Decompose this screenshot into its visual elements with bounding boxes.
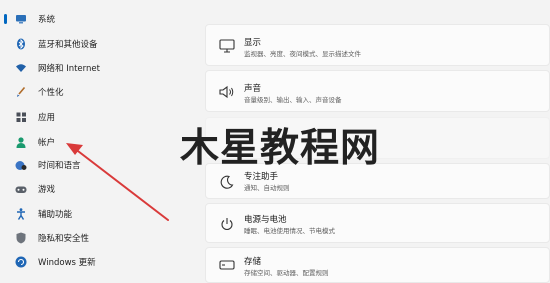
sidebar-item-label: 系统	[38, 15, 56, 25]
sidebar-item-accounts[interactable]: 帐户	[14, 132, 194, 152]
sound-subtitle: 音量级别、输出、输入、声音设备	[244, 96, 342, 104]
brush-icon	[14, 85, 28, 99]
sidebar-item-label: 网络和 Internet	[38, 64, 100, 74]
power-battery-card[interactable]: 电源与电池 睡眠、电池使用情况、节电模式	[205, 203, 550, 243]
sidebar-item-privacy-security[interactable]: 隐私和安全性	[14, 228, 194, 248]
sidebar-item-label: 游戏	[38, 185, 56, 195]
sidebar-item-label: 时间和语言	[38, 161, 81, 171]
power-battery-title: 电源与电池	[244, 215, 287, 225]
sidebar-item-gaming[interactable]: 游戏	[14, 179, 194, 199]
display-title: 显示	[244, 38, 262, 48]
sidebar-item-label: 帐户	[38, 138, 56, 148]
person-icon	[14, 135, 28, 149]
sidebar-item-label: 个性化	[38, 88, 64, 98]
sidebar-nav: 系统 蓝牙和其他设备 网络和 Internet 个性化 应用 帐户 时间和语言 …	[0, 0, 200, 279]
sidebar-item-time-language[interactable]: 时间和语言	[14, 155, 194, 175]
sidebar-item-label: 蓝牙和其他设备	[38, 40, 98, 50]
sidebar-item-label: 应用	[38, 113, 56, 123]
sidebar-item-accessibility[interactable]: 辅助功能	[14, 204, 194, 224]
shield-icon	[14, 231, 28, 245]
moon-icon	[218, 173, 236, 191]
sidebar-item-label: 隐私和安全性	[38, 234, 90, 244]
sidebar-item-personalization[interactable]: 个性化	[14, 82, 194, 102]
accessibility-icon	[14, 207, 28, 221]
update-icon	[14, 255, 28, 269]
sidebar-item-label: 辅助功能	[38, 210, 73, 220]
sidebar-item-windows-update[interactable]: Windows 更新	[14, 252, 194, 272]
gamepad-icon	[14, 182, 28, 196]
sound-title: 声音	[244, 84, 262, 94]
sidebar-item-bluetooth[interactable]: 蓝牙和其他设备	[14, 34, 194, 54]
sound-card[interactable]: 声音 音量级别、输出、输入、声音设备	[205, 70, 550, 112]
storage-title: 存储	[244, 257, 262, 267]
wifi-icon	[14, 61, 28, 75]
globe-clock-icon	[14, 158, 28, 172]
storage-card[interactable]: 存储 存储空间、驱动器、配置规则	[205, 247, 550, 283]
sidebar-item-network[interactable]: 网络和 Internet	[14, 58, 194, 78]
bluetooth-icon	[14, 37, 28, 51]
apps-icon	[14, 110, 28, 124]
display-card[interactable]: 显示 监视器、亮度、夜间模式、显示描述文件	[205, 24, 550, 66]
watermark: 木星教程网	[180, 126, 381, 171]
sidebar-item-apps[interactable]: 应用	[14, 107, 194, 127]
speaker-icon	[218, 83, 236, 101]
focus-assist-subtitle: 通知、自动规则	[244, 184, 290, 192]
sidebar-item-label: Windows 更新	[38, 258, 96, 268]
storage-icon	[218, 256, 236, 274]
display-subtitle: 监视器、亮度、夜间模式、显示描述文件	[244, 50, 361, 58]
storage-subtitle: 存储空间、驱动器、配置规则	[244, 269, 329, 277]
power-battery-subtitle: 睡眠、电池使用情况、节电模式	[244, 227, 335, 235]
computer-icon	[14, 12, 28, 26]
monitor-icon	[218, 37, 236, 55]
sidebar-item-system[interactable]: 系统	[4, 9, 194, 29]
power-icon	[218, 215, 236, 233]
